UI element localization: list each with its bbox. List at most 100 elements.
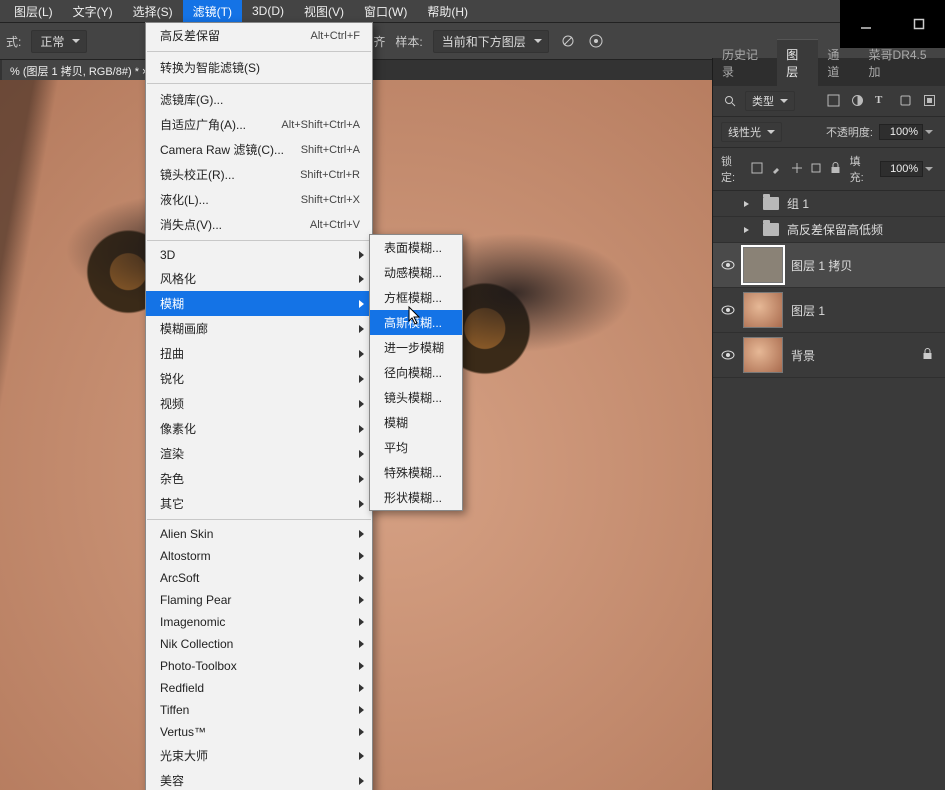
pressure-icon[interactable]	[587, 32, 605, 50]
layer-blend-mode-select[interactable]: 线性光	[721, 122, 782, 142]
layer-row[interactable]: 图层 1	[713, 288, 945, 333]
menu-3D(D)[interactable]: 3D(D)	[242, 1, 294, 21]
menu-item[interactable]: Imagenomic	[146, 611, 372, 633]
menu-item[interactable]: 杂色	[146, 466, 372, 491]
menu-item[interactable]: 视频	[146, 391, 372, 416]
layer-row[interactable]: 图层 1 拷贝	[713, 243, 945, 288]
menu-item[interactable]: 扭曲	[146, 341, 372, 366]
visibility-toggle[interactable]	[721, 223, 735, 237]
visibility-toggle[interactable]	[721, 348, 735, 362]
menu-item[interactable]: 表面模糊...	[370, 235, 462, 260]
layer-name[interactable]: 图层 1 拷贝	[791, 257, 852, 274]
sample-label: 样本:	[395, 33, 422, 50]
folder-icon	[763, 223, 779, 236]
layer-name[interactable]: 组 1	[787, 195, 809, 212]
pixel-layer-filter-icon[interactable]	[827, 94, 841, 108]
menu-item[interactable]: Flaming Pear	[146, 589, 372, 611]
lock-fill-row: 锁定: 填充: 100%	[713, 148, 945, 191]
menu-item[interactable]: 渲染	[146, 441, 372, 466]
menu-item[interactable]: 高反差保留Alt+Ctrl+F	[146, 23, 372, 48]
menu-滤镜(T)[interactable]: 滤镜(T)	[183, 0, 242, 23]
document-tab[interactable]: % (图层 1 拷贝, RGB/8#) * ×	[2, 60, 156, 82]
panel-tab[interactable]: 通道	[818, 40, 859, 86]
menu-item[interactable]: 方框模糊...	[370, 285, 462, 310]
lock-brush-icon[interactable]	[771, 162, 785, 176]
layer-row[interactable]: 组 1	[713, 191, 945, 217]
menu-item[interactable]: 模糊画廊	[146, 316, 372, 341]
layer-row[interactable]: 高反差保留高低频	[713, 217, 945, 243]
menu-item[interactable]: Alien Skin	[146, 523, 372, 545]
menu-item[interactable]: 高斯模糊...	[370, 310, 462, 335]
menu-item[interactable]: 模糊	[370, 410, 462, 435]
menu-视图(V)[interactable]: 视图(V)	[294, 0, 354, 23]
menu-帮助(H)[interactable]: 帮助(H)	[417, 0, 478, 23]
menu-item[interactable]: 消失点(V)...Alt+Ctrl+V	[146, 212, 372, 237]
menu-item[interactable]: 自适应广角(A)...Alt+Shift+Ctrl+A	[146, 112, 372, 137]
expand-chevron-icon[interactable]	[743, 197, 751, 211]
menu-item[interactable]: 滤镜库(G)...	[146, 87, 372, 112]
ignore-adjustment-icon[interactable]	[559, 32, 577, 50]
menu-窗口(W)[interactable]: 窗口(W)	[354, 0, 417, 23]
lock-position-icon[interactable]	[791, 162, 805, 176]
menu-item[interactable]: Tiffen	[146, 699, 372, 721]
layer-kind-select[interactable]: 类型	[745, 91, 795, 111]
layer-row[interactable]: 背景	[713, 333, 945, 378]
menu-item[interactable]: 液化(L)...Shift+Ctrl+X	[146, 187, 372, 212]
menu-item[interactable]: Camera Raw 滤镜(C)...Shift+Ctrl+A	[146, 137, 372, 162]
menu-item[interactable]: ArcSoft	[146, 567, 372, 589]
menu-item[interactable]: Altostorm	[146, 545, 372, 567]
panel-tab[interactable]: 菜哥DR4.5加	[860, 40, 945, 86]
menu-item[interactable]: 模糊	[146, 291, 372, 316]
menu-item[interactable]: 动感模糊...	[370, 260, 462, 285]
menu-item[interactable]: Nik Collection	[146, 633, 372, 655]
smart-object-filter-icon[interactable]	[923, 94, 937, 108]
layer-name[interactable]: 图层 1	[791, 302, 825, 319]
menu-item[interactable]: 镜头模糊...	[370, 385, 462, 410]
menu-item[interactable]: 特殊模糊...	[370, 460, 462, 485]
layer-thumbnail[interactable]	[743, 247, 783, 283]
menu-item[interactable]: 其它	[146, 491, 372, 516]
fill-label: 填充:	[850, 153, 874, 185]
menu-item[interactable]: 像素化	[146, 416, 372, 441]
menu-item[interactable]: 形状模糊...	[370, 485, 462, 510]
menu-item[interactable]: 镜头校正(R)...Shift+Ctrl+R	[146, 162, 372, 187]
panel-tabs: 历史记录图层通道菜哥DR4.5加	[713, 58, 945, 86]
lock-label: 锁定:	[721, 153, 745, 185]
visibility-toggle[interactable]	[721, 197, 735, 211]
sample-select[interactable]: 当前和下方图层	[433, 30, 549, 53]
menu-item[interactable]: 美容	[146, 768, 372, 790]
menu-item[interactable]: 径向模糊...	[370, 360, 462, 385]
menu-item[interactable]: 进一步模糊	[370, 335, 462, 360]
type-layer-filter-icon[interactable]: T	[875, 94, 889, 108]
layer-thumbnail[interactable]	[743, 292, 783, 328]
panel-tab[interactable]: 历史记录	[713, 40, 777, 86]
lock-all-icon[interactable]	[830, 162, 844, 176]
options-label: 式:	[6, 33, 21, 50]
menu-item[interactable]: Redfield	[146, 677, 372, 699]
menu-item[interactable]: 风格化	[146, 266, 372, 291]
menu-文字(Y)[interactable]: 文字(Y)	[63, 0, 123, 23]
opacity-input[interactable]: 100%	[879, 124, 923, 140]
expand-chevron-icon[interactable]	[743, 223, 751, 237]
visibility-toggle[interactable]	[721, 258, 735, 272]
shape-layer-filter-icon[interactable]	[899, 94, 913, 108]
menu-item[interactable]: 光束大师	[146, 743, 372, 768]
menu-item[interactable]: Vertus™	[146, 721, 372, 743]
menu-item[interactable]: 平均	[370, 435, 462, 460]
menu-item[interactable]: 锐化	[146, 366, 372, 391]
blend-mode-select[interactable]: 正常	[31, 30, 87, 53]
layer-name[interactable]: 背景	[791, 347, 815, 364]
menu-item[interactable]: 3D	[146, 244, 372, 266]
lock-artboard-icon[interactable]	[810, 162, 824, 176]
panel-tab[interactable]: 图层	[777, 39, 818, 86]
menu-图层(L)[interactable]: 图层(L)	[4, 0, 63, 23]
menu-item[interactable]: Photo-Toolbox	[146, 655, 372, 677]
layer-name[interactable]: 高反差保留高低频	[787, 221, 883, 238]
menu-item[interactable]: 转换为智能滤镜(S)	[146, 55, 372, 80]
visibility-toggle[interactable]	[721, 303, 735, 317]
fill-input[interactable]: 100%	[880, 161, 923, 177]
layer-thumbnail[interactable]	[743, 337, 783, 373]
menu-选择(S)[interactable]: 选择(S)	[123, 0, 183, 23]
adjustment-layer-filter-icon[interactable]	[851, 94, 865, 108]
lock-pixels-icon[interactable]	[751, 162, 765, 176]
